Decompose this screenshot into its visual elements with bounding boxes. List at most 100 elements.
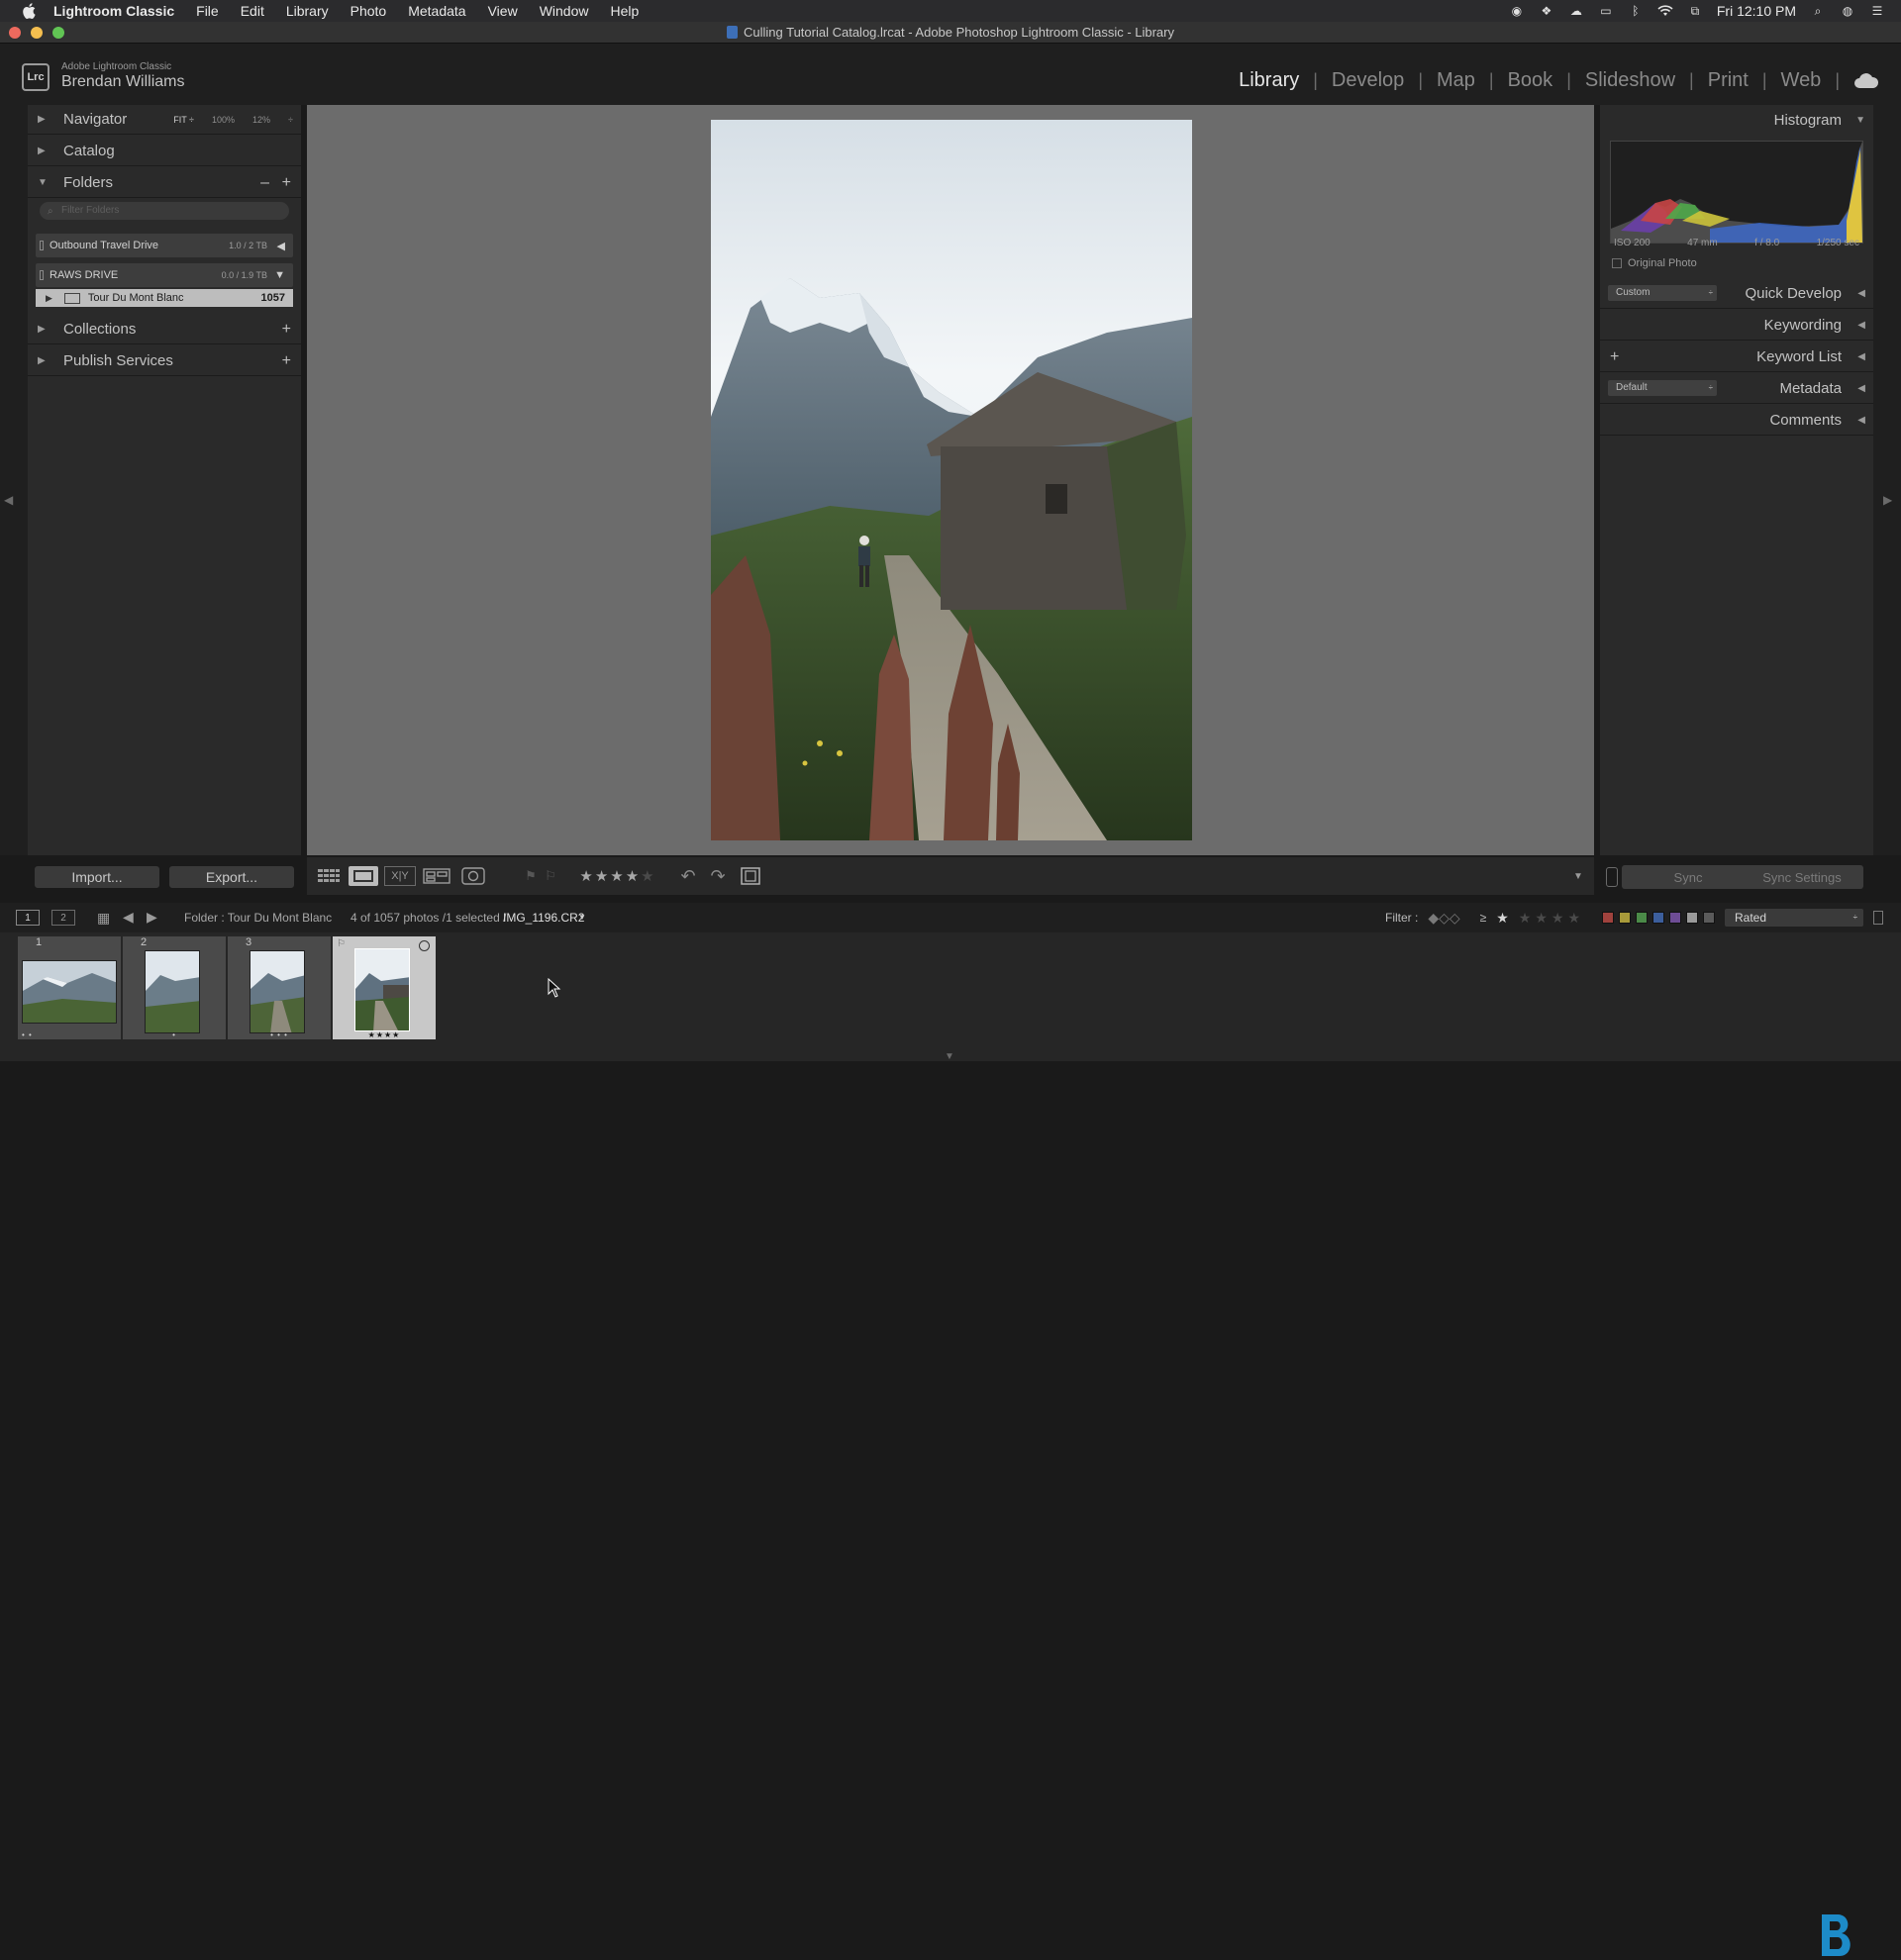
publish-services-header[interactable]: ▶ Publish Services +	[28, 346, 301, 376]
module-web[interactable]: Web	[1767, 69, 1836, 92]
color-filter-yellow[interactable]	[1619, 912, 1631, 924]
star-filled-icon[interactable]: ★	[610, 867, 623, 885]
remove-folder-icon[interactable]: –	[260, 174, 269, 192]
primary-display-button[interactable]: 1	[16, 910, 40, 926]
secondary-display-button[interactable]: 2	[51, 910, 75, 926]
menubar-clock[interactable]: Fri 12:10 PM	[1717, 3, 1796, 19]
thumbnail[interactable]	[354, 948, 410, 1031]
filename-dropdown-icon[interactable]: ▼	[578, 913, 586, 922]
color-filter-blue[interactable]	[1652, 912, 1664, 924]
star-filled-icon[interactable]: ★	[595, 867, 608, 885]
window-close-button[interactable]	[9, 27, 21, 39]
zoom-fit[interactable]: FIT ÷	[173, 115, 194, 125]
main-photo[interactable]	[711, 120, 1192, 840]
thumbnail[interactable]	[22, 960, 117, 1024]
menu-photo[interactable]: Photo	[350, 3, 387, 19]
catalog-header[interactable]: ▶ Catalog	[28, 137, 301, 166]
people-view-icon[interactable]	[459, 866, 487, 886]
import-button[interactable]: Import...	[34, 865, 160, 889]
star-empty-icon[interactable]: ★	[641, 867, 653, 885]
add-collection-icon[interactable]: +	[282, 321, 291, 339]
menu-window[interactable]: Window	[540, 3, 589, 19]
source-folder-label[interactable]: Folder : Tour Du Mont Blanc	[184, 911, 332, 925]
zoom-stepper-icon[interactable]: ÷	[288, 115, 293, 125]
add-keyword-icon[interactable]: +	[1610, 348, 1619, 366]
loupe-view-icon[interactable]	[349, 866, 378, 886]
dropbox-icon[interactable]: ❖	[1539, 4, 1554, 18]
volume-toggle-icon[interactable]: ▼	[274, 269, 285, 281]
cloud-sync-icon[interactable]	[1853, 72, 1879, 89]
filmstrip-cell[interactable]: 2 •	[123, 936, 226, 1039]
star-filled-icon[interactable]: ★	[626, 867, 639, 885]
selected-filename[interactable]: IMG_1196.CR2	[503, 911, 584, 925]
comments-header[interactable]: Comments ◀	[1600, 406, 1873, 436]
quick-develop-header[interactable]: Custom ÷ Quick Develop ◀	[1600, 279, 1873, 309]
original-photo-toggle[interactable]: Original Photo	[1612, 257, 1697, 269]
grid-view-icon[interactable]	[315, 866, 343, 886]
spotlight-search-icon[interactable]: ⌕	[1810, 4, 1826, 18]
volume-toggle-icon[interactable]: ◀	[277, 240, 285, 252]
collections-header[interactable]: ▶ Collections +	[28, 315, 301, 344]
module-print[interactable]: Print	[1694, 69, 1762, 92]
display-mirroring-icon[interactable]: ⧉	[1687, 4, 1703, 18]
sync-settings-button[interactable]: Sync Settings	[1741, 865, 1863, 889]
saved-preset-dropdown[interactable]: Custom ÷	[1608, 285, 1717, 301]
airplay-display-icon[interactable]: ▭	[1598, 4, 1614, 18]
menu-metadata[interactable]: Metadata	[408, 3, 465, 19]
navigator-header[interactable]: ▶ Navigator FIT ÷ 100% 12% ÷	[28, 105, 301, 135]
filter-preset-dropdown[interactable]: Rated ÷	[1725, 909, 1863, 927]
user-account-icon[interactable]: ◍	[1840, 4, 1855, 18]
auto-sync-toggle[interactable]	[1606, 867, 1618, 887]
screen-record-icon[interactable]: ◉	[1509, 4, 1525, 18]
color-filter-green[interactable]	[1636, 912, 1648, 924]
menu-app-name[interactable]: Lightroom Classic	[53, 3, 174, 19]
toolbar-content-dropdown-icon[interactable]: ▼	[1570, 866, 1586, 886]
color-filter-none[interactable]	[1703, 912, 1715, 924]
thumbnail[interactable]	[250, 950, 305, 1033]
histogram-graph[interactable]	[1610, 141, 1863, 244]
add-publish-service-icon[interactable]: +	[282, 352, 291, 370]
star-filled-icon[interactable]: ★	[579, 867, 592, 885]
volume-raws-drive[interactable]: RAWS DRIVE 0.0 / 1.9 TB ▼	[36, 263, 293, 287]
rotate-right-icon[interactable]: ↷	[707, 866, 729, 886]
volume-outbound-travel-drive[interactable]: Outbound Travel Drive 1.0 / 2 TB ◀	[36, 234, 293, 257]
menu-help[interactable]: Help	[610, 3, 639, 19]
filmstrip-cell-selected[interactable]: ⚐ ★★★★	[333, 936, 436, 1039]
flag-filter-icons[interactable]: ◆◇◇	[1428, 910, 1459, 927]
menu-edit[interactable]: Edit	[241, 3, 264, 19]
compare-view-icon[interactable]: X|Y	[384, 866, 416, 886]
window-zoom-button[interactable]	[52, 27, 64, 39]
folder-filter-input[interactable]: ⌕ Filter Folders	[40, 202, 289, 220]
histogram-header[interactable]: Histogram ▼	[1600, 105, 1873, 135]
rating-operator[interactable]: ≥	[1480, 911, 1487, 925]
export-button[interactable]: Export...	[168, 865, 295, 889]
bluetooth-icon[interactable]: ᛒ	[1628, 4, 1644, 18]
menu-file[interactable]: File	[196, 3, 219, 19]
color-filter-purple[interactable]	[1669, 912, 1681, 924]
filmstrip-cell[interactable]: 1 • •	[18, 936, 121, 1039]
color-filter-red[interactable]	[1602, 912, 1614, 924]
filmstrip-cell[interactable]: 3 • • •	[228, 936, 331, 1039]
module-develop[interactable]: Develop	[1318, 69, 1418, 92]
apple-menu-icon[interactable]	[20, 3, 38, 19]
module-slideshow[interactable]: Slideshow	[1571, 69, 1689, 92]
metadata-preset-dropdown[interactable]: Default ÷	[1608, 380, 1717, 396]
filter-lock-icon[interactable]	[1873, 911, 1883, 925]
keyword-list-header[interactable]: + Keyword List ◀	[1600, 343, 1873, 372]
forward-arrow-icon[interactable]: ▶	[147, 909, 157, 926]
back-arrow-icon[interactable]: ◀	[123, 909, 134, 926]
keywording-header[interactable]: Keywording ◀	[1600, 311, 1873, 341]
flag-reject-icon[interactable]: ⚐	[543, 866, 558, 886]
color-filter-custom[interactable]	[1686, 912, 1698, 924]
right-panel-toggle-icon[interactable]: ▶	[1883, 493, 1892, 507]
metadata-header[interactable]: Default ÷ Metadata ◀	[1600, 374, 1873, 404]
sync-button[interactable]: Sync	[1622, 865, 1754, 889]
flag-icon[interactable]: ⚐	[337, 938, 346, 949]
wifi-icon[interactable]	[1657, 4, 1673, 18]
flag-pick-icon[interactable]: ⚑	[523, 866, 539, 886]
zoom-12[interactable]: 12%	[252, 115, 270, 125]
crop-overlay-icon[interactable]	[739, 866, 762, 886]
rotate-left-icon[interactable]: ↶	[677, 866, 699, 886]
folder-tour-du-mont-blanc[interactable]: ▶ Tour Du Mont Blanc 1057	[36, 289, 293, 307]
grid-icon[interactable]: ▦	[97, 910, 110, 927]
